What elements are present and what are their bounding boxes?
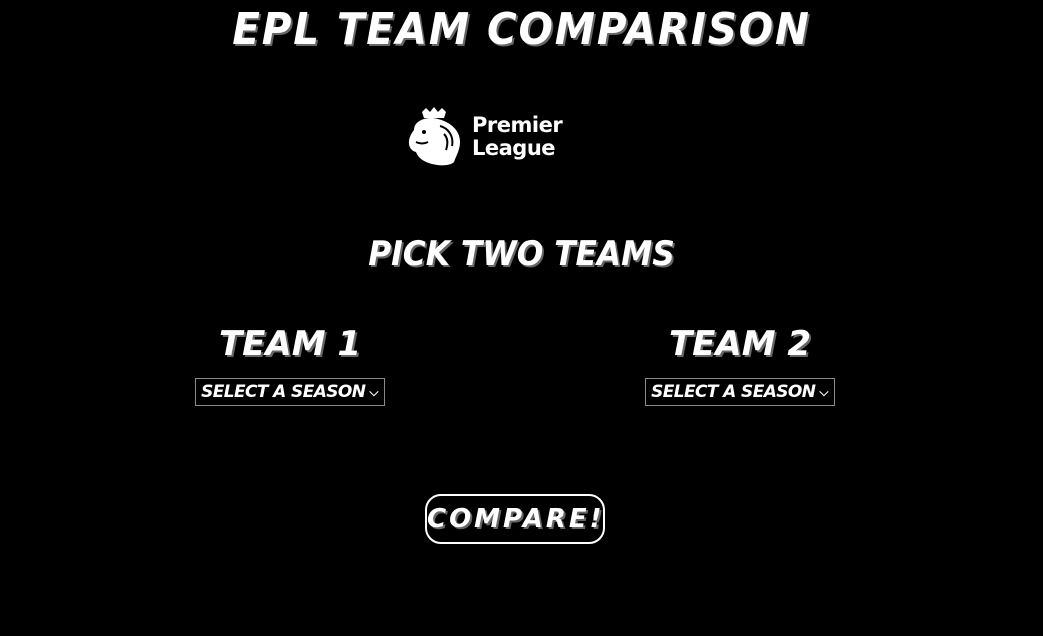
- team-1-panel: Team 1 Select a Season ⌵: [140, 322, 440, 406]
- chevron-down-icon: ⌵: [819, 385, 828, 399]
- team-2-select-value: Select a Season: [651, 382, 816, 402]
- premier-league-logo: Premier League: [404, 106, 584, 170]
- logo-wordmark: Premier League: [472, 113, 563, 160]
- team-1-select-value: Select a Season: [201, 382, 366, 402]
- team-1-label: Team 1: [218, 324, 362, 364]
- page-title: EPL Team Comparison: [232, 4, 811, 55]
- logo-line-2: League: [472, 136, 556, 160]
- section-subtitle: Pick Two Teams: [368, 234, 675, 274]
- chevron-down-icon: ⌵: [369, 385, 378, 399]
- team-2-season-select[interactable]: Select a Season ⌵: [645, 378, 835, 406]
- compare-button[interactable]: Compare!: [425, 494, 605, 544]
- team-2-panel: Team 2 Select a Season ⌵: [590, 322, 890, 406]
- team-1-season-select[interactable]: Select a Season ⌵: [195, 378, 385, 406]
- logo-line-1: Premier: [472, 113, 563, 137]
- lion-crest-icon: [408, 107, 460, 166]
- team-2-label: Team 2: [668, 324, 812, 364]
